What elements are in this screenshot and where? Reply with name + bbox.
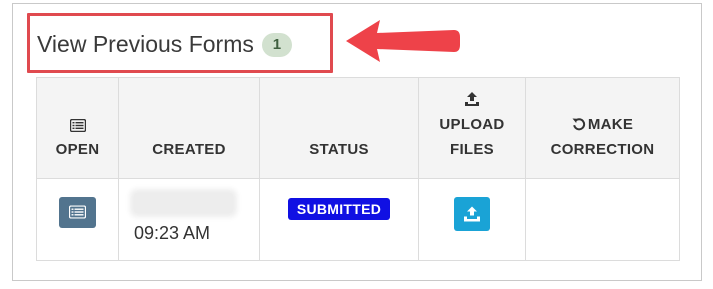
upload-icon (465, 92, 479, 106)
column-header-correction-label-1: MAKE (587, 116, 634, 133)
column-header-correction-label-2: CORRECTION (550, 141, 655, 158)
column-header-created: CREATED (118, 77, 260, 179)
redacted-date (134, 192, 233, 213)
undo-icon (572, 118, 585, 131)
column-header-correction-line-1: MAKE (526, 112, 679, 137)
annotation-arrow-icon (346, 20, 460, 62)
column-header-created-label: CREATED (152, 141, 226, 158)
correction-cell (525, 178, 680, 261)
column-header-upload: UPLOAD FILES (418, 77, 526, 179)
status-badge: SUBMITTED (287, 198, 391, 220)
column-header-status: STATUS (259, 77, 419, 179)
previous-forms-table: OPEN CREATED STATUS UPLOAD FILES MAKE CO… (36, 77, 680, 261)
column-header-upload-label-2: FILES (449, 141, 494, 158)
list-icon (69, 205, 86, 219)
list-icon (69, 119, 86, 132)
forms-count-badge: 1 (261, 32, 292, 57)
column-header-status-label: STATUS (309, 141, 369, 158)
column-header-upload-label-1: UPLOAD (439, 116, 505, 133)
table-header-row: OPEN CREATED STATUS UPLOAD FILES MAKE CO… (36, 77, 680, 179)
column-header-open-label: OPEN (55, 141, 100, 158)
section-heading: View Previous Forms 1 (37, 31, 292, 58)
column-header-correction: MAKE CORRECTION (525, 77, 680, 179)
created-cell: 09:23 AM (118, 178, 260, 261)
open-form-button[interactable] (59, 196, 96, 228)
column-header-open: OPEN (36, 77, 119, 179)
status-cell: SUBMITTED (259, 178, 419, 261)
upload-cell (418, 178, 526, 261)
created-time: 09:23 AM (134, 222, 211, 243)
open-cell (36, 178, 119, 261)
upload-icon (464, 206, 480, 222)
upload-files-button[interactable] (454, 197, 490, 231)
page-title: View Previous Forms (37, 31, 254, 57)
table-row: 09:23 AM SUBMITTED (36, 178, 680, 261)
